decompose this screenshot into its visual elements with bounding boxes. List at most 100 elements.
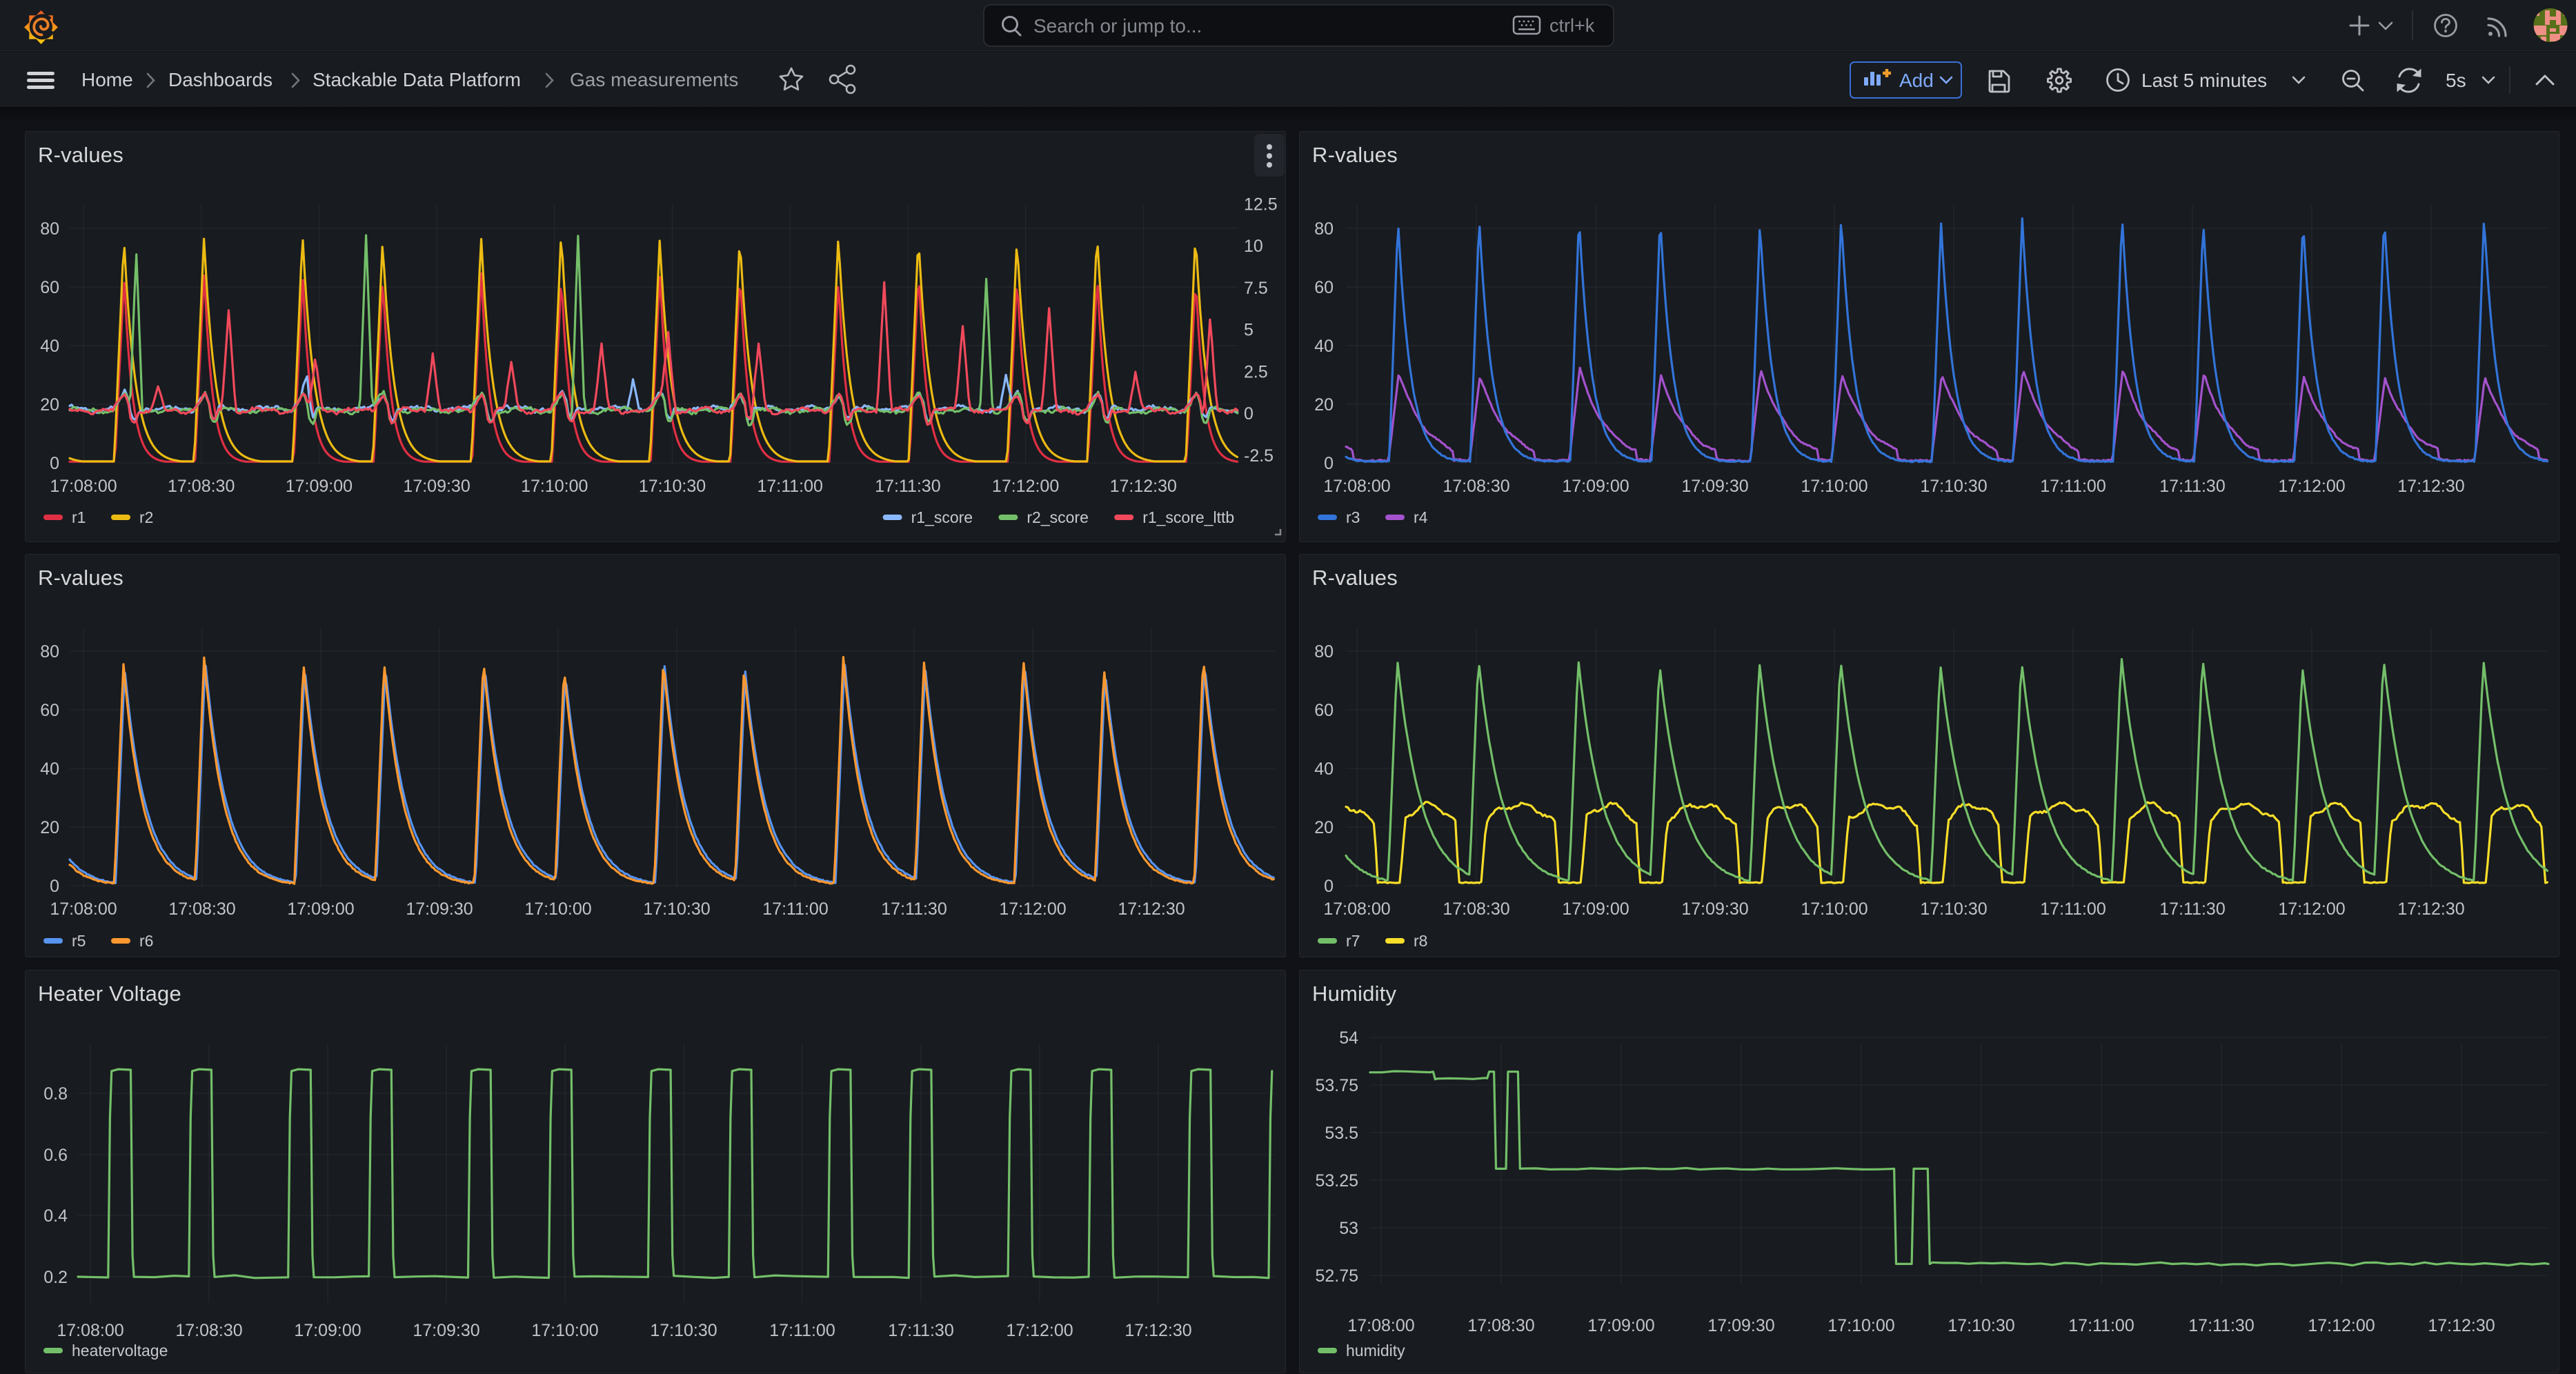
- svg-text:17:12:00: 17:12:00: [999, 899, 1066, 919]
- svg-text:17:09:30: 17:09:30: [413, 1321, 479, 1340]
- svg-text:17:11:30: 17:11:30: [888, 1321, 953, 1340]
- svg-text:5s: 5s: [2446, 70, 2466, 91]
- svg-text:17:09:00: 17:09:00: [1587, 1316, 1654, 1335]
- svg-text:20: 20: [40, 395, 59, 415]
- svg-text:Add: Add: [1899, 70, 1934, 91]
- svg-text:0: 0: [50, 877, 59, 896]
- svg-text:53.5: 53.5: [1325, 1124, 1358, 1143]
- svg-text:20: 20: [1314, 818, 1334, 837]
- svg-text:17:12:30: 17:12:30: [1110, 477, 1177, 496]
- svg-text:20: 20: [40, 818, 59, 837]
- svg-text:17:10:30: 17:10:30: [1948, 1316, 2014, 1335]
- svg-text:r4: r4: [1414, 508, 1428, 526]
- svg-text:r6: r6: [139, 932, 153, 950]
- svg-text:17:09:30: 17:09:30: [1707, 1316, 1774, 1335]
- svg-text:17:10:30: 17:10:30: [1920, 477, 1987, 496]
- svg-text:60: 60: [1314, 701, 1334, 720]
- svg-text:40: 40: [1314, 759, 1334, 779]
- svg-text:r1_score: r1_score: [911, 508, 973, 526]
- svg-text:54: 54: [1339, 1028, 1358, 1048]
- svg-text:heatervoltage: heatervoltage: [72, 1342, 168, 1360]
- svg-text:53.25: 53.25: [1315, 1171, 1358, 1191]
- svg-text:17:08:30: 17:08:30: [1443, 899, 1509, 919]
- svg-text:17:11:30: 17:11:30: [2159, 477, 2225, 496]
- svg-text:60: 60: [1314, 278, 1334, 297]
- svg-text:0.6: 0.6: [43, 1146, 68, 1165]
- svg-text:r5: r5: [72, 932, 86, 950]
- svg-text:17:12:00: 17:12:00: [992, 477, 1059, 496]
- svg-text:17:09:00: 17:09:00: [1562, 899, 1629, 919]
- svg-text:17:10:00: 17:10:00: [524, 899, 591, 919]
- svg-text:17:11:30: 17:11:30: [2159, 899, 2225, 919]
- svg-text:40: 40: [40, 337, 59, 356]
- svg-text:17:12:30: 17:12:30: [1118, 899, 1185, 919]
- svg-text:Search or jump to...: Search or jump to...: [1033, 15, 1202, 37]
- svg-text:60: 60: [40, 278, 59, 297]
- svg-text:r2_score: r2_score: [1027, 508, 1088, 526]
- svg-text:53.75: 53.75: [1315, 1076, 1358, 1095]
- svg-text:80: 80: [1314, 642, 1334, 661]
- svg-text:Home: Home: [81, 69, 133, 90]
- svg-text:17:11:00: 17:11:00: [2040, 899, 2106, 919]
- svg-text:17:11:00: 17:11:00: [762, 899, 828, 919]
- svg-text:17:11:30: 17:11:30: [881, 899, 947, 919]
- svg-text:80: 80: [40, 219, 59, 239]
- svg-text:ctrl+k: ctrl+k: [1549, 15, 1595, 36]
- svg-text:17:11:30: 17:11:30: [875, 477, 940, 496]
- svg-text:17:08:30: 17:08:30: [168, 899, 235, 919]
- svg-text:17:12:00: 17:12:00: [2278, 477, 2345, 496]
- svg-text:17:10:00: 17:10:00: [1801, 899, 1867, 919]
- svg-text:17:12:00: 17:12:00: [2278, 899, 2345, 919]
- svg-text:17:11:00: 17:11:00: [2040, 477, 2106, 496]
- svg-text:17:09:00: 17:09:00: [1562, 477, 1629, 496]
- svg-text:17:08:30: 17:08:30: [1443, 477, 1509, 496]
- svg-text:40: 40: [40, 759, 59, 779]
- svg-text:17:09:30: 17:09:30: [1681, 899, 1748, 919]
- svg-text:17:10:00: 17:10:00: [1801, 477, 1867, 496]
- svg-text:17:10:30: 17:10:30: [639, 477, 706, 496]
- svg-text:r8: r8: [1414, 932, 1427, 950]
- svg-text:r2: r2: [139, 508, 153, 526]
- svg-text:17:11:00: 17:11:00: [769, 1321, 835, 1340]
- svg-text:80: 80: [1314, 219, 1334, 239]
- svg-text:0: 0: [50, 454, 59, 473]
- svg-text:17:12:00: 17:12:00: [2308, 1316, 2375, 1335]
- svg-text:17:08:00: 17:08:00: [1323, 477, 1390, 496]
- svg-text:12.5: 12.5: [1244, 195, 1278, 214]
- svg-text:10: 10: [1244, 237, 1263, 256]
- svg-text:0: 0: [1244, 404, 1254, 424]
- svg-text:7.5: 7.5: [1244, 279, 1268, 298]
- svg-text:17:08:00: 17:08:00: [57, 1321, 123, 1340]
- svg-text:17:11:30: 17:11:30: [2188, 1316, 2254, 1335]
- svg-text:0: 0: [1324, 454, 1334, 473]
- svg-text:0: 0: [1324, 877, 1334, 896]
- svg-text:17:08:30: 17:08:30: [1467, 1316, 1534, 1335]
- svg-text:17:09:30: 17:09:30: [403, 477, 470, 496]
- svg-text:17:09:00: 17:09:00: [286, 477, 353, 496]
- svg-text:17:10:00: 17:10:00: [521, 477, 588, 496]
- svg-text:17:09:00: 17:09:00: [294, 1321, 361, 1340]
- svg-text:-2.5: -2.5: [1244, 446, 1274, 466]
- svg-text:Dashboards: Dashboards: [168, 69, 273, 90]
- svg-text:17:10:00: 17:10:00: [1827, 1316, 1894, 1335]
- svg-text:52.75: 52.75: [1315, 1266, 1358, 1286]
- svg-text:17:08:00: 17:08:00: [1347, 1316, 1414, 1335]
- svg-text:17:12:30: 17:12:30: [2397, 899, 2464, 919]
- svg-text:17:09:00: 17:09:00: [287, 899, 354, 919]
- svg-text:17:08:00: 17:08:00: [1323, 899, 1390, 919]
- svg-text:humidity: humidity: [1346, 1342, 1405, 1360]
- svg-text:17:10:30: 17:10:30: [650, 1321, 717, 1340]
- svg-text:17:10:30: 17:10:30: [643, 899, 710, 919]
- svg-text:17:08:30: 17:08:30: [175, 1321, 242, 1340]
- svg-text:17:12:30: 17:12:30: [2397, 477, 2464, 496]
- svg-text:r1_score_lttb: r1_score_lttb: [1142, 508, 1234, 526]
- svg-text:20: 20: [1314, 395, 1334, 415]
- svg-text:5: 5: [1244, 321, 1254, 340]
- svg-text:r3: r3: [1346, 508, 1360, 526]
- svg-text:17:10:00: 17:10:00: [531, 1321, 598, 1340]
- svg-text:40: 40: [1314, 337, 1334, 356]
- svg-text:0.8: 0.8: [43, 1084, 68, 1104]
- svg-text:Gas measurements: Gas measurements: [570, 69, 738, 90]
- svg-text:60: 60: [40, 701, 59, 720]
- svg-text:53: 53: [1339, 1219, 1358, 1238]
